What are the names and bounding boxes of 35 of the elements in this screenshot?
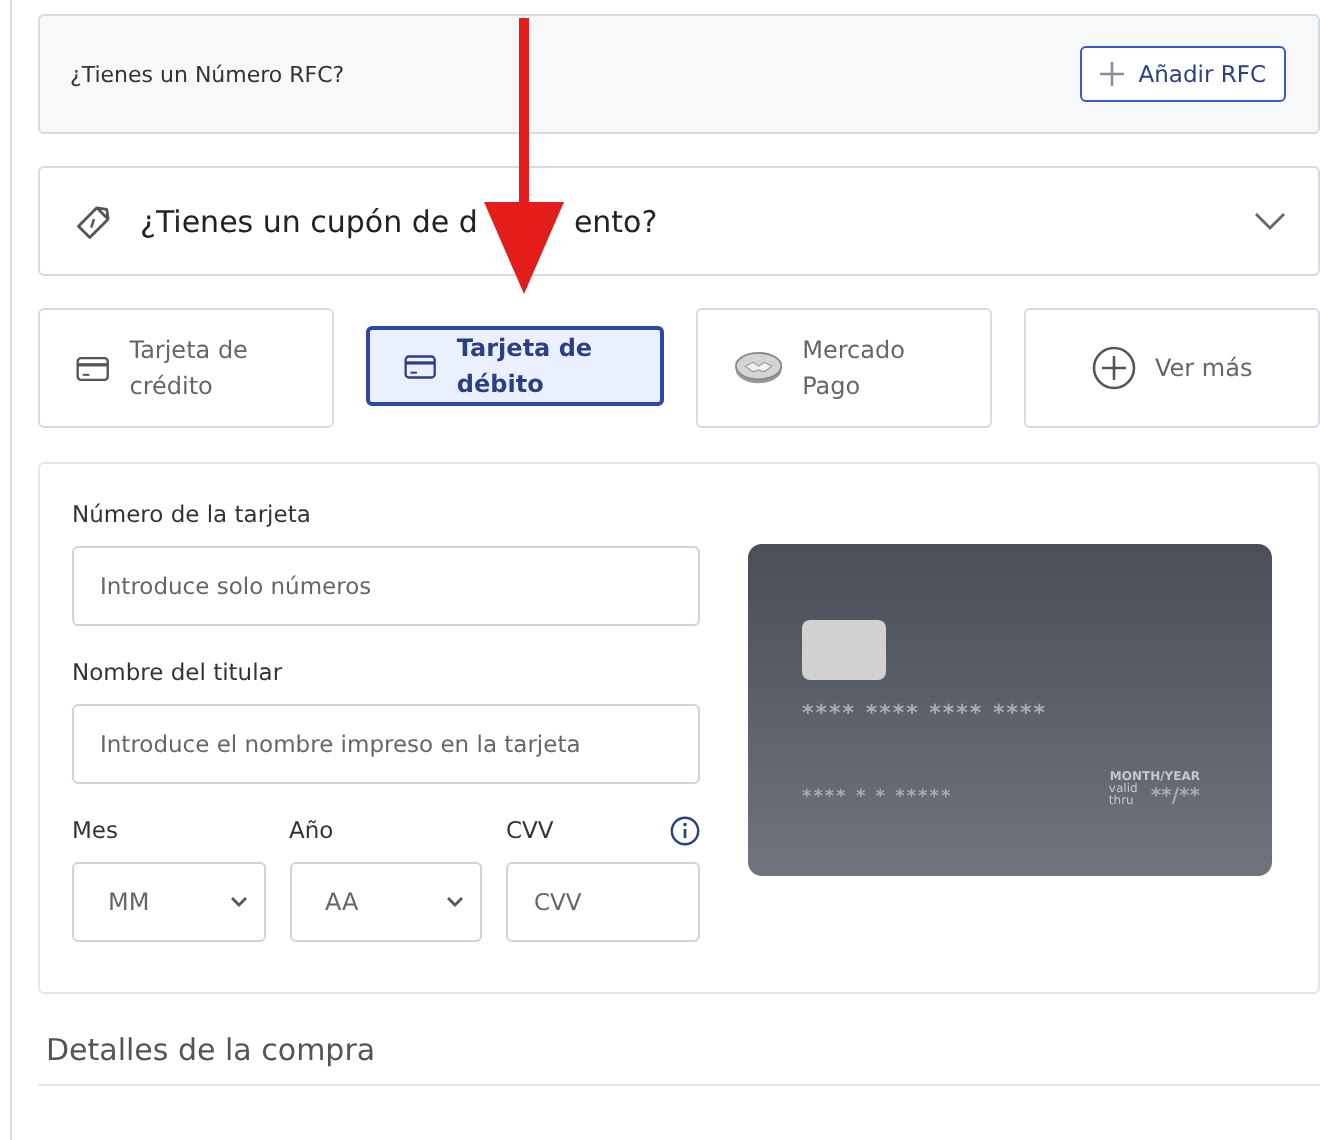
add-rfc-button[interactable]: Añadir RFC (1080, 46, 1286, 102)
plus-icon (1100, 62, 1125, 86)
field-label: CVV (506, 816, 554, 844)
rfc-question: ¿Tienes un Número RFC? (70, 61, 345, 87)
info-icon[interactable] (670, 815, 700, 845)
credit-card-icon (76, 353, 110, 383)
card-number-field[interactable]: Introduce solo números (72, 546, 700, 626)
coupon-label: ¿Tienes un cupón de d (140, 203, 478, 239)
cardholder-name-field[interactable]: Introduce el nombre impreso en la tarjeta (72, 704, 700, 784)
coupon-toggle[interactable]: ¿Tienes un cupón de d ento? (38, 166, 1320, 276)
cvv-field[interactable]: CVV (506, 862, 700, 942)
chevron-icon (446, 896, 464, 908)
section-heading: Detalles de la compra (46, 1032, 378, 1068)
expiry-mask: **/** (1150, 785, 1200, 807)
chevron-icon (1254, 211, 1286, 231)
field-label: Año (289, 816, 336, 844)
plus-circle-icon (1091, 346, 1136, 390)
chevron-icon (229, 896, 247, 908)
field-label: Número de la tarjeta (72, 500, 313, 528)
chip-icon (802, 620, 886, 680)
field-label: Mes (72, 816, 120, 844)
payment-method-tab[interactable]: Ver más (1023, 308, 1320, 428)
credit-card-icon (404, 351, 437, 381)
card-number-mask: **** **** **** **** (802, 700, 1050, 726)
coupon-label: ento? (573, 203, 658, 239)
field-label: Nombre del titular (72, 658, 285, 686)
month-select[interactable]: MM (72, 862, 265, 942)
down-arrow-icon (480, 18, 568, 298)
handshake-coin-icon (733, 350, 783, 386)
year-select[interactable]: AA (289, 862, 482, 942)
payment-method-tab[interactable]: Tarjeta de crédito (38, 308, 335, 428)
cardholder-mask: **** * * ***** (802, 788, 953, 808)
payment-method-tab[interactable]: Mercado Pago (695, 308, 992, 428)
payment-method-tab[interactable]: Tarjeta de débito (366, 326, 663, 406)
tag-icon (74, 201, 114, 241)
